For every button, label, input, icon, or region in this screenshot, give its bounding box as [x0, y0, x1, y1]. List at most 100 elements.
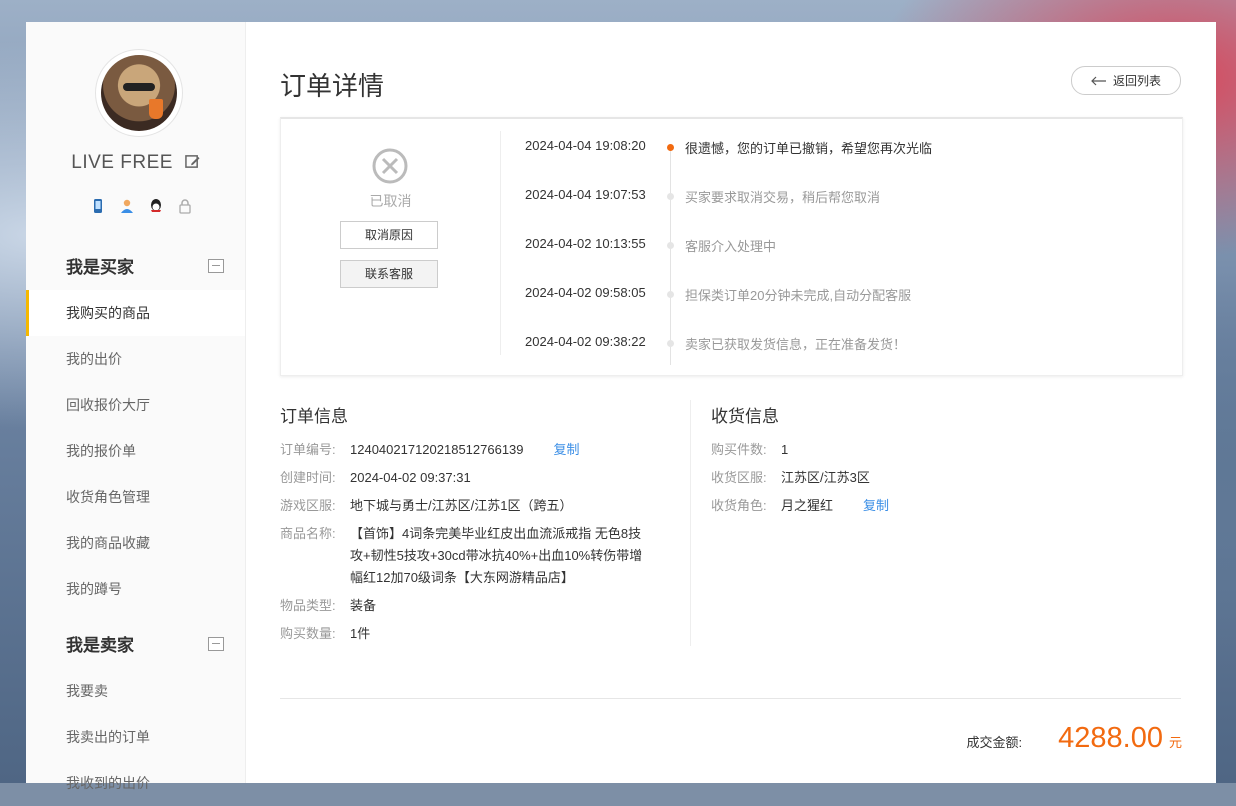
- order-timeline: 2024-04-04 19:08:20 很遗憾，您的订单已撤销，希望您再次光临 …: [501, 119, 1181, 375]
- sidebar-item-purchased[interactable]: 我购买的商品: [26, 290, 245, 336]
- role-label: 收货角色:: [711, 498, 767, 513]
- collapse-icon[interactable]: [208, 636, 224, 651]
- order-no-value: 124040217120218512766139: [350, 442, 524, 457]
- order-no-row: 订单编号: 124040217120218512766139 复制: [280, 439, 580, 461]
- total-amount: 成交金额: 4288.00 元: [967, 722, 1182, 755]
- created-row: 创建时间: 2024-04-02 09:37:31: [280, 467, 471, 489]
- user-name: LIVE FREE: [71, 152, 173, 173]
- timeline-time: 2024-04-02 09:38:22: [525, 334, 646, 349]
- timeline-time: 2024-04-02 09:58:05: [525, 285, 646, 300]
- role-value: 月之猩红: [781, 498, 834, 513]
- product-row: 商品名称: 【首饰】4词条完美毕业红皮出血流派戒指 无色8技 攻+韧性5技攻+3…: [280, 523, 642, 589]
- timeline-dot: [667, 340, 674, 347]
- product-line: 幅红12加70级词条【大东网游精品店】: [350, 570, 574, 585]
- arrow-left-icon: [1091, 76, 1106, 85]
- buyer-section-title: 我是买家: [66, 258, 134, 277]
- cancel-reason-button[interactable]: 取消原因: [340, 221, 438, 249]
- product-label: 商品名称:: [280, 526, 336, 541]
- user-verify-icon[interactable]: [119, 198, 135, 214]
- order-info-section: 订单信息 订单编号: 124040217120218512766139 复制 创…: [280, 402, 680, 641]
- sidebar: LIVE FREE 我是买家 我购买的商品 我的出价 回收报价大厅 我的报价单 …: [26, 22, 246, 791]
- sidebar-item-watchlist[interactable]: 我的蹲号: [26, 566, 245, 612]
- sidebar-item-my-bids[interactable]: 我的出价: [26, 336, 245, 382]
- sidebar-item-favorites[interactable]: 我的商品收藏: [26, 520, 245, 566]
- status-label: 已取消: [369, 193, 412, 209]
- qty-row: 购买数量: 1件: [280, 623, 370, 645]
- sidebar-item-sold-orders[interactable]: 我卖出的订单: [26, 714, 245, 760]
- created-value: 2024-04-02 09:37:31: [350, 470, 471, 485]
- product-line: 攻+韧性5技攻+30cd带冰抗40%+出血10%转伤带增: [350, 548, 643, 563]
- seller-section-title: 我是卖家: [66, 636, 134, 655]
- timeline-item: 2024-04-02 09:58:05 担保类订单20分钟未完成,自动分配客服: [501, 285, 1181, 305]
- timeline-item: 2024-04-04 19:07:53 买家要求取消交易，稍后帮您取消: [501, 187, 1181, 207]
- role-row: 收货角色: 月之猩红 复制: [711, 495, 889, 517]
- avatar[interactable]: [96, 50, 182, 136]
- buyer-section-header: 我是买家: [66, 253, 224, 278]
- delivery-server-row: 收货区服: 江苏区/江苏3区: [711, 467, 870, 489]
- sidebar-item-received-bids[interactable]: 我收到的出价: [26, 760, 245, 806]
- timeline-time: 2024-04-04 19:08:20: [525, 138, 646, 153]
- main-content: 订单详情 返回列表 已取消 取消原因 联系客服 2024-04-04 19:08…: [246, 22, 1216, 783]
- phone-icon[interactable]: [90, 198, 106, 214]
- timeline-message: 客服介入处理中: [685, 239, 777, 254]
- verification-icons: [90, 198, 193, 214]
- avatar-image: [101, 55, 177, 131]
- contact-service-button[interactable]: 联系客服: [340, 260, 438, 288]
- collapse-icon[interactable]: [208, 258, 224, 273]
- qq-icon[interactable]: [148, 198, 164, 214]
- total-unit: 元: [1168, 735, 1182, 750]
- qty-value: 1件: [350, 626, 371, 641]
- sidebar-item-roles[interactable]: 收货角色管理: [26, 474, 245, 520]
- delivery-info-title: 收货信息: [711, 407, 779, 426]
- created-label: 创建时间:: [280, 470, 336, 485]
- total-value: 4288.00: [1058, 722, 1163, 754]
- count-row: 购买件数: 1: [711, 439, 788, 461]
- cancelled-icon: [372, 148, 408, 184]
- timeline-item: 2024-04-02 09:38:22 卖家已获取发货信息，正在准备发货！: [501, 334, 1181, 354]
- timeline-time: 2024-04-02 10:13:55: [525, 236, 646, 251]
- delivery-server-value: 江苏区/江苏3区: [781, 470, 870, 485]
- order-status-panel: 已取消 取消原因 联系客服 2024-04-04 19:08:20 很遗憾，您的…: [280, 117, 1183, 376]
- product-value: 【首饰】4词条完美毕业红皮出血流派戒指 无色8技 攻+韧性5技攻+30cd带冰抗…: [350, 523, 642, 589]
- sunglasses-shape: [123, 83, 155, 91]
- delivery-server-label: 收货区服:: [711, 470, 767, 485]
- timeline-time: 2024-04-04 19:07:53: [525, 187, 646, 202]
- server-row: 游戏区服: 地下城与勇士/江苏区/江苏1区（跨五）: [280, 495, 572, 517]
- timeline-item: 2024-04-02 10:13:55 客服介入处理中: [501, 236, 1181, 256]
- divider: [280, 698, 1181, 699]
- status-box: 已取消 取消原因 联系客服: [281, 119, 500, 375]
- delivery-info-section: 收货信息 购买件数: 1 收货区服: 江苏区/江苏3区 收货角色: 月之猩红 复…: [711, 402, 1111, 513]
- product-line: 【首饰】4词条完美毕业红皮出血流派戒指 无色8技: [350, 526, 642, 541]
- type-value: 装备: [350, 598, 377, 613]
- user-name-row: LIVE FREE: [26, 152, 245, 174]
- qty-label: 购买数量:: [280, 626, 336, 641]
- timeline-message: 很遗憾，您的订单已撤销，希望您再次光临: [685, 141, 933, 156]
- server-value: 地下城与勇士/江苏区/江苏1区（跨五）: [350, 498, 573, 513]
- drink-shape: [149, 99, 163, 119]
- count-value: 1: [781, 442, 789, 457]
- order-info-title: 订单信息: [280, 407, 348, 426]
- sidebar-item-recycle-hall[interactable]: 回收报价大厅: [26, 382, 245, 428]
- timeline-dot: [667, 193, 674, 200]
- timeline-message: 担保类订单20分钟未完成,自动分配客服: [685, 288, 912, 303]
- order-no-label: 订单编号:: [280, 442, 336, 457]
- seller-section-header: 我是卖家: [66, 631, 224, 656]
- copy-role-link[interactable]: 复制: [863, 495, 889, 517]
- timeline-item: 2024-04-04 19:08:20 很遗憾，您的订单已撤销，希望您再次光临: [501, 138, 1181, 158]
- timeline-message: 卖家已获取发货信息，正在准备发货！: [685, 337, 907, 352]
- sidebar-item-sell[interactable]: 我要卖: [26, 668, 245, 714]
- sidebar-item-my-quotes[interactable]: 我的报价单: [26, 428, 245, 474]
- edit-icon[interactable]: [184, 154, 200, 169]
- timeline-dot: [667, 242, 674, 249]
- timeline-dot: [667, 291, 674, 298]
- timeline-dot-active: [667, 144, 674, 151]
- copy-order-no-link[interactable]: 复制: [554, 439, 580, 461]
- page-title: 订单详情: [280, 71, 385, 101]
- type-row: 物品类型: 装备: [280, 595, 376, 617]
- count-label: 购买件数:: [711, 442, 767, 457]
- lock-icon[interactable]: [177, 198, 193, 214]
- server-label: 游戏区服:: [280, 498, 336, 513]
- back-to-list-button[interactable]: 返回列表: [1071, 66, 1181, 95]
- type-label: 物品类型:: [280, 598, 336, 613]
- info-divider: [690, 400, 691, 646]
